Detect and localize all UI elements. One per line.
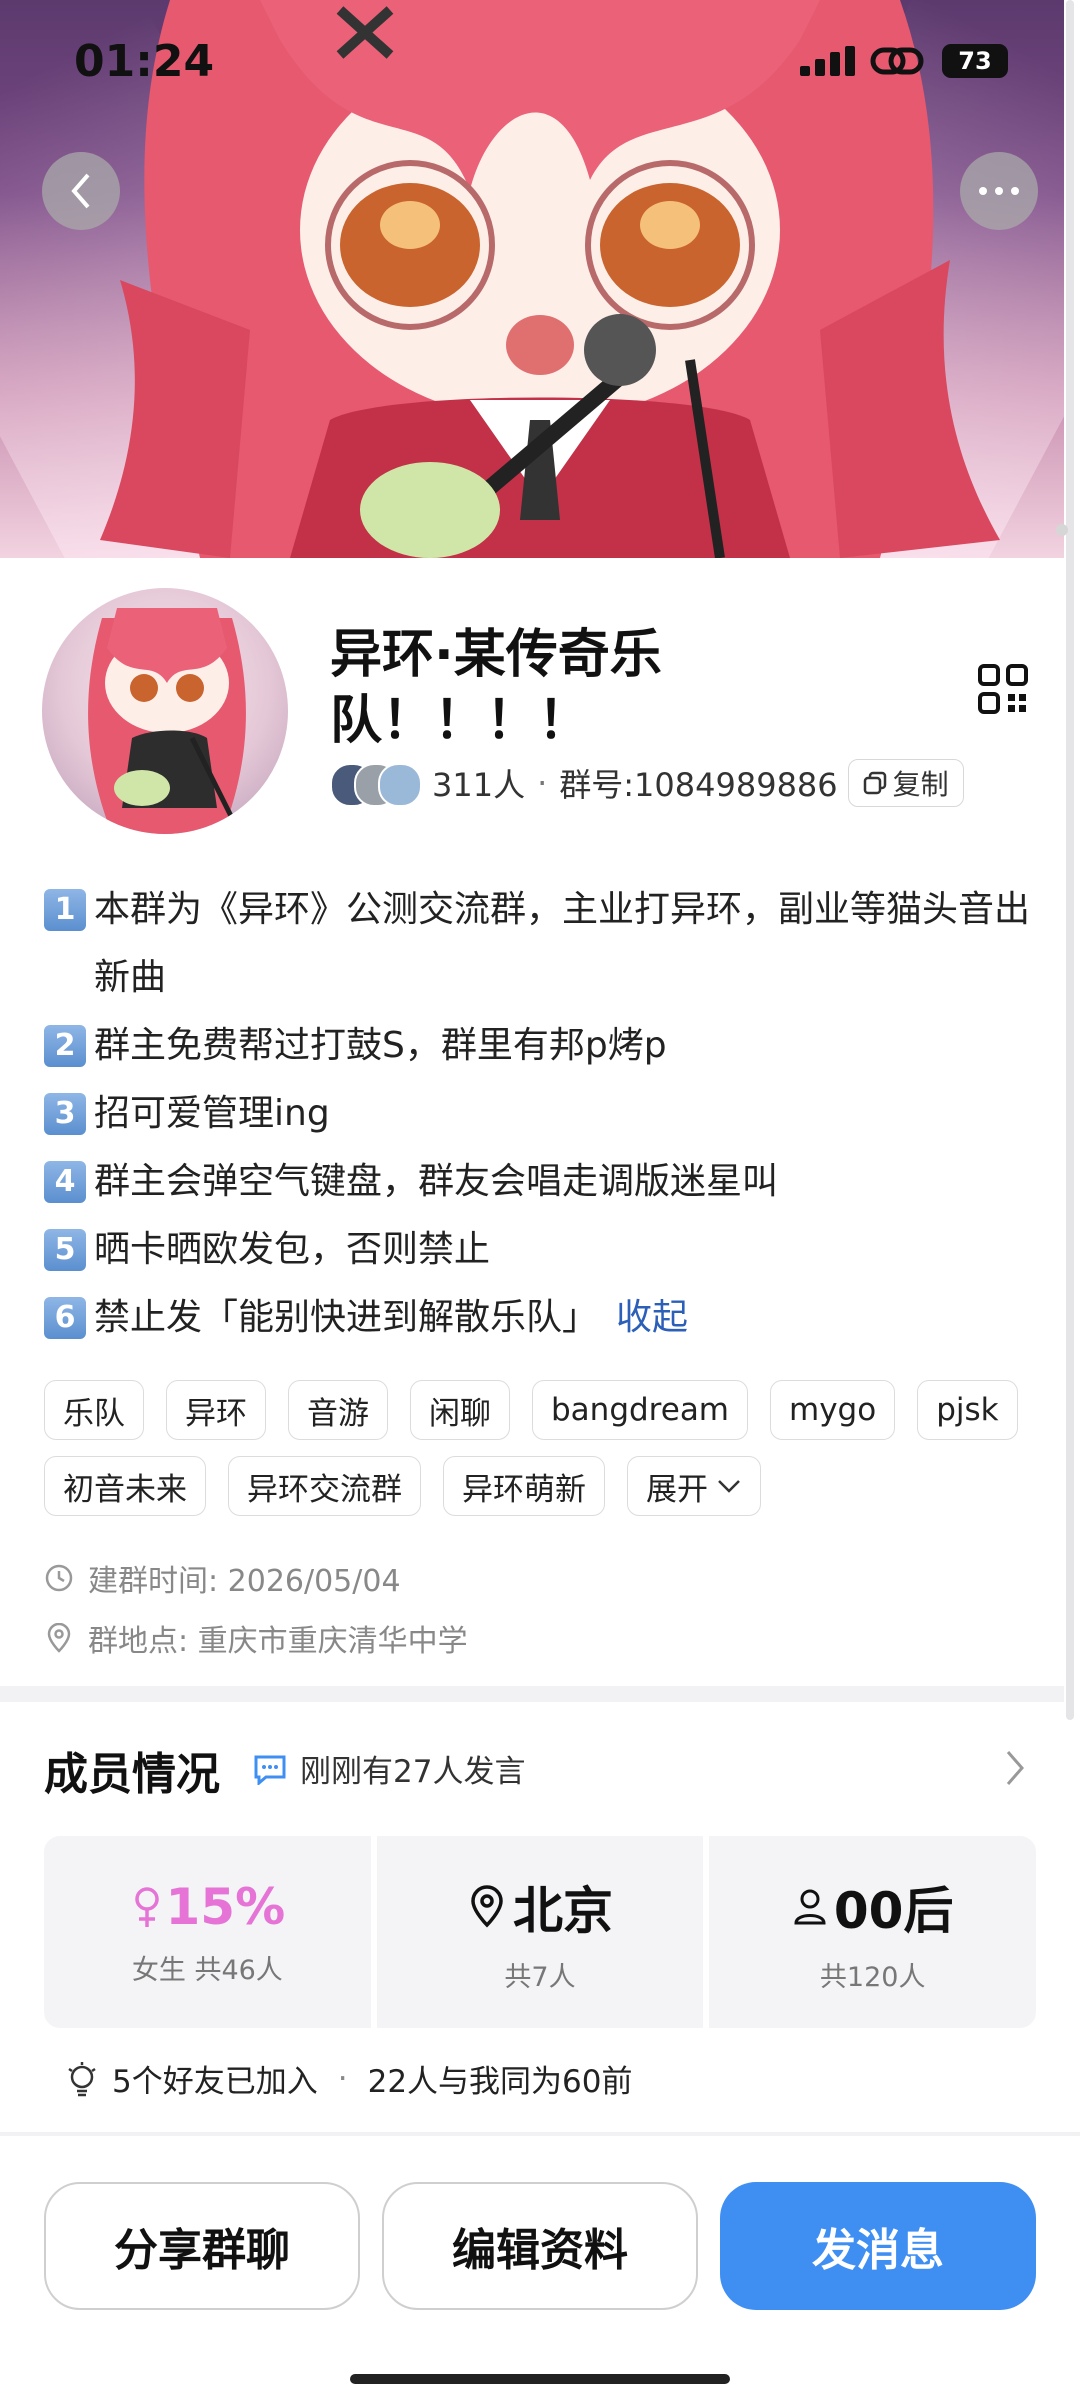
recent-activity: 刚刚有27人发言 [252, 1746, 525, 1791]
number-badge: 6 [44, 1297, 86, 1339]
tag[interactable]: 初音未来 [44, 1456, 206, 1516]
number-badge: 4 [44, 1161, 86, 1203]
description-line: 3 招可爱管理ing [44, 1080, 1044, 1148]
number-badge: 5 [44, 1229, 86, 1271]
stat-female-label: 女生 共46人 [131, 1954, 283, 1986]
collapse-link[interactable]: 收起 [616, 1284, 688, 1352]
more-dots-icon [979, 187, 1019, 195]
member-stats: 15% 女生 共46人 北京 共7人 00后 共120人 [44, 1836, 1037, 2028]
expand-tags-button[interactable]: 展开 [627, 1456, 761, 1516]
link-icon [870, 47, 924, 75]
same-age-count: 22人与我同为60前 [367, 2064, 633, 2100]
separator-dot: · [537, 764, 548, 802]
members-title: 成员情况 [44, 1749, 220, 1800]
tag[interactable]: mygo [770, 1380, 896, 1440]
description-line: 1 本群为《异环》公测交流群，主业打异环，副业等猫头音出新曲 [44, 876, 1044, 1012]
send-message-button[interactable]: 发消息 [720, 2182, 1036, 2310]
group-number: 群号:1084989886 [559, 766, 838, 804]
battery-icon: 73 [942, 44, 1008, 78]
group-avatar[interactable] [42, 588, 288, 834]
member-avatars [330, 761, 422, 807]
clock-icon [45, 1564, 73, 1592]
location-pin-icon [471, 1884, 503, 1927]
stat-location[interactable]: 北京 共7人 [376, 1836, 704, 2028]
chevron-right-icon[interactable] [1000, 1748, 1030, 1788]
scroll-indicator [1056, 524, 1068, 536]
created-time: 建群时间: 2026/05/04 [88, 1564, 401, 1599]
description-line: 6 禁止发「能别快进到解散乐队」 收起 [44, 1284, 1044, 1352]
scrollbar[interactable] [1066, 0, 1074, 1720]
group-location: 群地点: 重庆市重庆清华中学 [88, 1624, 468, 1659]
description-line: 2 群主免费帮过打鼓S，群里有邦p烤p [44, 1012, 1044, 1080]
tag[interactable]: 异环萌新 [443, 1456, 605, 1516]
chevron-down-icon [718, 1480, 740, 1493]
stat-location-value: 北京 [513, 1881, 613, 1940]
stat-age-value: 00后 [833, 1881, 954, 1940]
share-group-button[interactable]: 分享群聊 [44, 2182, 360, 2310]
number-badge: 3 [44, 1093, 86, 1135]
tag[interactable]: bangdream [532, 1380, 749, 1440]
tag[interactable]: pjsk [917, 1380, 1018, 1440]
home-indicator[interactable] [350, 2374, 730, 2384]
member-count: 311人 [432, 766, 526, 804]
description-line: 4 群主会弹空气键盘，群友会唱走调版迷星叫 [44, 1148, 1044, 1216]
section-divider [0, 1686, 1064, 1702]
more-button[interactable] [960, 152, 1038, 230]
female-icon [135, 1886, 160, 1927]
copy-label: 复制 [892, 768, 949, 801]
friends-row: 5个好友已加入 · 22人与我同为60前 [66, 2056, 633, 2101]
chat-bubble-icon [254, 1755, 286, 1785]
qr-code-icon[interactable] [978, 664, 1028, 714]
separator-dot: · [337, 2060, 348, 2097]
tag[interactable]: 音游 [288, 1380, 388, 1440]
group-meta: 311人 · 群号:1084989886 复制 [330, 758, 964, 808]
tag[interactable]: 闲聊 [410, 1380, 510, 1440]
stat-female-value: 15% [165, 1877, 286, 1936]
tag[interactable]: 异环 [166, 1380, 266, 1440]
copy-button[interactable]: 复制 [847, 759, 964, 807]
group-description: 1 本群为《异环》公测交流群，主业打异环，副业等猫头音出新曲 2 群主免费帮过打鼓S… [44, 876, 1044, 1352]
group-name: 异环·某传奇乐队！！！！ [330, 625, 662, 751]
location-pin-icon [47, 1623, 71, 1653]
status-time: 01:24 [74, 36, 215, 87]
number-badge: 2 [44, 1025, 86, 1067]
tag-list: 乐队 异环 音游 闲聊 bangdream mygo pjsk 初音未来 异环交… [44, 1380, 1034, 1516]
stat-location-label: 共7人 [504, 1961, 576, 1993]
person-icon [794, 1889, 826, 1924]
tag[interactable]: 异环交流群 [228, 1456, 421, 1516]
expand-label: 展开 [646, 1471, 708, 1508]
back-button[interactable] [42, 152, 120, 230]
description-line: 5 晒卡晒欧发包，否则禁止 [44, 1216, 1044, 1284]
location-row: 群地点: 重庆市重庆清华中学 [44, 1616, 468, 1660]
status-bar: 01:24 73 [0, 0, 1080, 120]
recent-activity-text: 刚刚有27人发言 [300, 1754, 526, 1790]
stat-age[interactable]: 00后 共120人 [709, 1836, 1037, 2028]
copy-icon [863, 771, 886, 795]
edit-profile-button[interactable]: 编辑资料 [382, 2182, 698, 2310]
stat-age-label: 共120人 [819, 1961, 926, 1993]
stat-female[interactable]: 15% 女生 共46人 [44, 1836, 371, 2028]
created-time-row: 建群时间: 2026/05/04 [44, 1556, 401, 1600]
chevron-left-icon [71, 173, 90, 209]
number-badge: 1 [44, 889, 86, 931]
bottom-divider [0, 2132, 1080, 2136]
friends-joined: 5个好友已加入 [112, 2064, 318, 2100]
signal-icon [800, 46, 856, 76]
tag[interactable]: 乐队 [44, 1380, 144, 1440]
bulb-icon [68, 2061, 96, 2096]
